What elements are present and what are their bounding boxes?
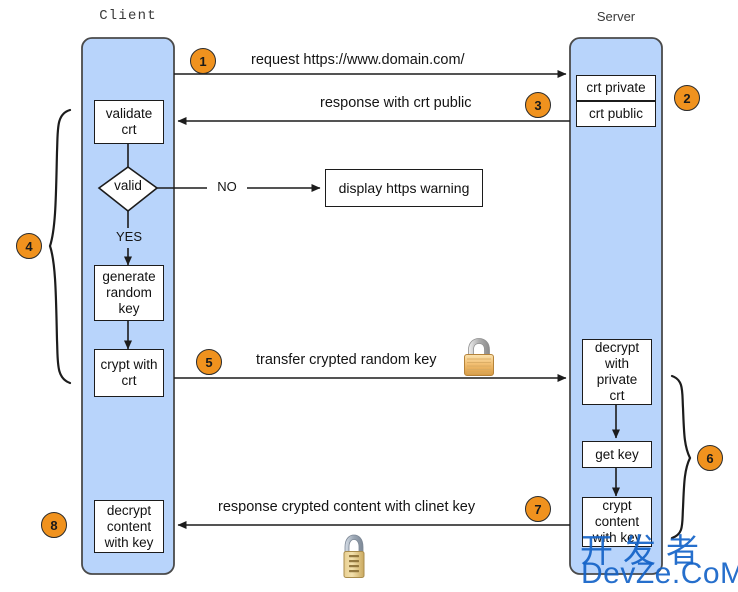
step-badge-3[interactable]: 3 — [525, 92, 551, 118]
step-badge-7[interactable]: 7 — [525, 496, 551, 522]
node-crypt-content-with-key[interactable]: crypt content with key — [582, 497, 652, 547]
node-generate-random-key[interactable]: generate random key — [94, 265, 164, 321]
padlock-icon — [464, 338, 494, 376]
brace-step-4 — [48, 108, 72, 385]
node-get-key[interactable]: get key — [582, 441, 652, 468]
node-decrypt-content-with-key[interactable]: decrypt content with key — [94, 500, 164, 553]
step-badge-2[interactable]: 2 — [674, 85, 700, 111]
diagram-canvas: Client Server validate crt YES valid gen… — [0, 0, 738, 592]
message-arrows — [174, 70, 570, 529]
node-crt-private[interactable]: crt private — [576, 75, 656, 101]
step-badge-4[interactable]: 4 — [16, 233, 42, 259]
brace-step-6 — [670, 374, 692, 540]
node-display-https-warning[interactable]: display https warning — [325, 169, 483, 207]
node-crt-public[interactable]: crt public — [576, 101, 656, 127]
client-lane-title: Client — [99, 8, 157, 24]
node-validate-crt[interactable]: validate crt — [94, 100, 164, 144]
branch-label-no: NO — [217, 179, 237, 194]
message-label-1: request https://www.domain.com/ — [251, 52, 465, 68]
node-valid-decision-label[interactable]: valid — [99, 178, 157, 193]
message-label-3: response with crt public — [320, 95, 472, 111]
combination-padlock-icon — [343, 534, 365, 578]
branch-label-yes: YES — [115, 229, 142, 244]
server-lane-title: Server — [596, 9, 636, 24]
node-decrypt-with-private-crt[interactable]: decrypt with private crt — [582, 339, 652, 405]
step-badge-5[interactable]: 5 — [196, 349, 222, 375]
step-badge-6[interactable]: 6 — [697, 445, 723, 471]
node-crypt-with-crt[interactable]: crypt with crt — [94, 349, 164, 397]
step-badge-1[interactable]: 1 — [190, 48, 216, 74]
message-label-7: response crypted content with clinet key — [218, 499, 476, 515]
message-label-5: transfer crypted random key — [256, 352, 437, 368]
step-badge-8[interactable]: 8 — [41, 512, 67, 538]
